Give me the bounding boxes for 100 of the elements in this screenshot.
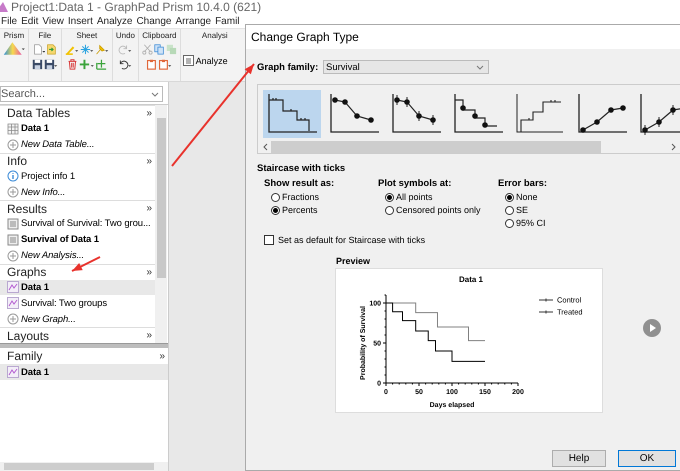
navigator-item[interactable]: Project info 1 — [0, 168, 155, 184]
dialog-button[interactable]: OK — [618, 450, 676, 467]
legend-line-icon — [538, 310, 554, 314]
expand-link[interactable]: » — [146, 156, 152, 167]
radio-button[interactable] — [505, 192, 514, 202]
section-header[interactable]: Info — [7, 154, 28, 168]
chevron-down-icon — [476, 64, 484, 70]
plus-circle-icon — [7, 250, 19, 262]
expand-link[interactable]: » — [159, 350, 165, 362]
graph-type-option[interactable] — [263, 90, 321, 138]
analyze-button[interactable]: Analyze — [182, 55, 228, 66]
expand-link[interactable]: » — [146, 330, 152, 342]
navigator-item[interactable]: Survival of Data 1 — [0, 232, 155, 248]
section-header[interactable]: Graphs — [7, 265, 46, 280]
navigator-item[interactable]: Data 1 — [0, 364, 168, 380]
plus-circle-icon — [7, 313, 19, 326]
ribbon-group-label: Sheet — [76, 31, 98, 40]
pushpin-icon[interactable] — [94, 44, 109, 55]
plus-icon[interactable] — [79, 59, 95, 70]
info-icon — [7, 170, 19, 182]
dialog-title: Change Graph Type — [251, 30, 359, 44]
navigator-item[interactable]: New Data Table... — [0, 136, 155, 153]
menu-item[interactable]: Insert — [68, 16, 93, 26]
section-header[interactable]: Family — [7, 349, 42, 363]
scrollbar[interactable] — [0, 462, 168, 471]
window-title: Project1:Data 1 - GraphPad Prism 10.4.0 (621) — [11, 0, 262, 14]
menu-item[interactable]: Change — [136, 16, 172, 26]
document-icon — [182, 55, 194, 66]
option-label: SE — [516, 205, 528, 215]
trash-icon[interactable] — [67, 59, 78, 70]
ribbon-group-label: Clipboard — [142, 31, 176, 40]
line-graph-icon — [7, 281, 19, 294]
graph-family-dropdown[interactable]: Survival — [323, 60, 489, 74]
copy-icon[interactable] — [154, 44, 165, 55]
dialog-button[interactable]: Help — [552, 450, 606, 467]
save-icon[interactable] — [32, 59, 43, 70]
radio-button[interactable] — [505, 218, 514, 228]
menu-item[interactable]: View — [42, 16, 64, 26]
save-icon[interactable] — [44, 59, 58, 70]
section-header[interactable]: Layouts — [7, 328, 50, 343]
line-graph-icon — [7, 366, 19, 378]
snowflake-icon[interactable] — [80, 44, 94, 55]
expand-link[interactable]: » — [146, 266, 152, 278]
ribbon-group-label: Undo — [116, 31, 135, 40]
radio-button[interactable] — [505, 206, 514, 214]
ribbon-group-label: Analysi — [202, 31, 228, 40]
option-label: None — [516, 192, 538, 202]
option-label: Percents — [282, 205, 318, 215]
chart-title: Data 1 — [459, 275, 483, 284]
section-header[interactable]: Results — [7, 202, 48, 216]
navigator-item[interactable]: New Graph... — [0, 311, 155, 328]
navigator-item[interactable]: Data 1 — [0, 280, 155, 296]
navigator-item[interactable]: New Analysis... — [0, 248, 155, 264]
menu-item[interactable]: Analyze — [96, 16, 132, 26]
chevron-down-icon — [151, 92, 159, 97]
clipboard-icon[interactable] — [158, 59, 172, 70]
clipboard-icon[interactable] — [146, 59, 158, 70]
section-header[interactable]: Data Tables — [7, 106, 70, 120]
line-graph-icon — [7, 297, 19, 310]
document-icon — [7, 218, 19, 230]
section-heading: Preview — [336, 256, 372, 266]
option-label: Censored points only — [396, 205, 481, 215]
ribbon-group-label: File — [38, 31, 52, 40]
triangle-logo-icon — [0, 2, 8, 12]
menu-item[interactable]: Edit — [21, 16, 38, 26]
radio-button[interactable] — [385, 206, 394, 214]
checkbox[interactable] — [264, 235, 274, 245]
undo-icon[interactable] — [118, 59, 132, 70]
scrollbar[interactable] — [155, 105, 167, 343]
search-field[interactable]: Search... — [0, 86, 163, 102]
play-button-icon[interactable] — [643, 318, 661, 336]
expand-link[interactable]: » — [146, 108, 152, 119]
legend-line-icon — [538, 298, 554, 302]
document-icon — [7, 234, 19, 246]
menu-item[interactable]: Famil — [215, 16, 240, 26]
option-group-label: Plot symbols at: — [378, 178, 452, 189]
field-label: Graph family: — [257, 62, 317, 72]
chevron-right-icon — [671, 142, 676, 150]
navigator-item[interactable]: Data 1 — [0, 120, 155, 137]
section-heading: Staircase with ticks — [257, 163, 346, 174]
option-label: All points — [396, 192, 433, 202]
option-label: Fractions — [282, 192, 320, 202]
plus-circle-icon — [7, 138, 19, 151]
radio-button[interactable] — [385, 192, 394, 202]
ribbon-group-label: Prism — [4, 31, 24, 40]
option-group-label: Show result as: — [264, 178, 336, 189]
navigator-item[interactable]: Survival of Survival: Two grou... — [0, 216, 155, 232]
chevron-left-icon — [263, 142, 268, 150]
navigator-item[interactable]: Survival: Two groups — [0, 295, 155, 312]
navigator-item[interactable]: New Info... — [0, 184, 155, 200]
table-grid-icon — [7, 122, 19, 135]
menu-item[interactable]: File — [1, 16, 18, 26]
open-file-icon[interactable] — [46, 44, 57, 55]
plus-circle-icon — [7, 186, 19, 198]
option-group-label: Error bars: — [498, 178, 548, 189]
radio-button[interactable] — [271, 192, 280, 202]
menu-item[interactable]: Arrange — [175, 16, 212, 26]
expand-link[interactable]: » — [146, 203, 152, 214]
radio-button[interactable] — [271, 206, 280, 214]
plus-icon[interactable] — [96, 59, 107, 70]
